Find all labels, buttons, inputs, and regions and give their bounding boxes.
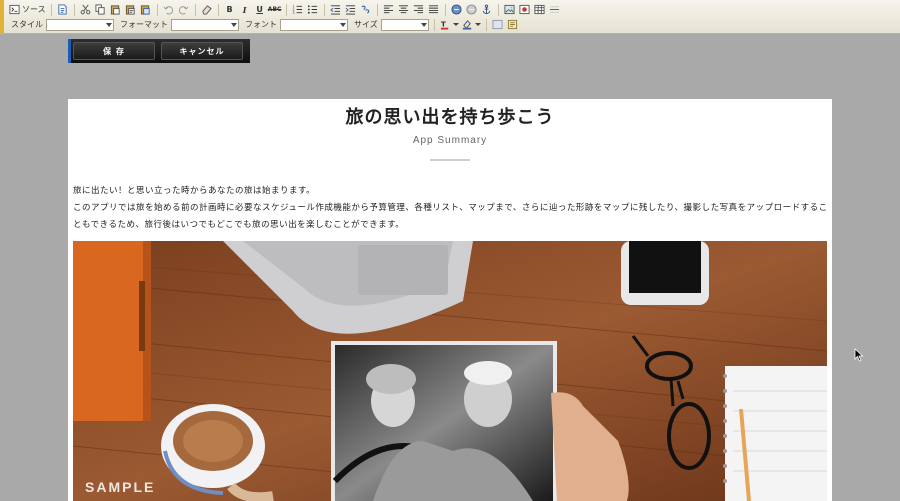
paste-text-icon[interactable] (125, 4, 137, 16)
save-button[interactable]: 保 存 (73, 42, 155, 60)
paste-word-icon[interactable] (140, 4, 152, 16)
toolbar-separator (217, 3, 219, 16)
svg-text:T: T (441, 19, 446, 28)
size-label: サイズ (354, 20, 378, 29)
editor-toolbar: ソース B I U ABC 123 スタイル フォーマット フォント サイズ T (0, 0, 900, 34)
toolbar-separator (73, 3, 75, 16)
indent-icon[interactable] (345, 4, 357, 16)
chevron-down-icon (420, 22, 427, 27)
background-color-button[interactable] (462, 19, 481, 31)
cancel-button[interactable]: キャンセル (161, 42, 243, 60)
strikethrough-icon[interactable]: ABC (268, 4, 282, 16)
bulleted-list-icon[interactable] (307, 4, 319, 16)
italic-icon[interactable]: I (239, 4, 251, 16)
toolbar-separator (433, 18, 435, 31)
toolbar-separator (285, 3, 287, 16)
maximize-icon[interactable] (492, 19, 504, 31)
summary-paragraph-1: 旅に出たい！と思い立った時からあなたの旅は始まります。 (73, 186, 316, 196)
summary-text: 旅に出たい！と思い立った時からあなたの旅は始まります。 このアプリでは旅を始める… (73, 183, 828, 234)
svg-text:3: 3 (293, 11, 295, 15)
toolbar-edge (0, 0, 4, 34)
outdent-icon[interactable] (330, 4, 342, 16)
title-divider (430, 159, 470, 161)
image-icon[interactable] (504, 4, 516, 16)
style-select[interactable] (46, 18, 114, 31)
toolbar-row-2: スタイル フォーマット フォント サイズ T (8, 17, 519, 32)
background-color-icon (462, 19, 474, 31)
source-button[interactable]: ソース (8, 4, 46, 16)
paste-icon[interactable] (110, 4, 122, 16)
text-color-button[interactable]: T (440, 19, 459, 31)
chevron-down-icon (340, 22, 346, 27)
flash-icon[interactable] (519, 4, 531, 16)
cut-icon[interactable] (80, 4, 92, 16)
action-bar-accent (68, 39, 71, 63)
horizontal-rule-icon[interactable] (549, 4, 561, 16)
toolbar-separator (50, 3, 52, 16)
anchor-icon[interactable] (481, 4, 493, 16)
action-bar: 保 存 キャンセル (68, 39, 250, 63)
source-label: ソース (22, 5, 46, 14)
bold-icon[interactable]: B (224, 4, 236, 16)
eraser-icon[interactable] (201, 4, 213, 16)
align-center-icon[interactable] (398, 4, 410, 16)
size-select[interactable] (380, 18, 429, 31)
format-label: フォーマット (120, 20, 168, 29)
summary-paragraph-2: このアプリでは旅を始める前の計画時に必要なスケジュール作成機能から予算管理、各種… (73, 203, 828, 230)
undo-icon[interactable] (163, 4, 175, 16)
toolbar-separator (194, 3, 196, 16)
format-select[interactable] (171, 18, 239, 31)
toolbar-separator (323, 3, 325, 16)
toolbar-separator (497, 3, 499, 16)
editable-content-area[interactable]: 旅の思い出を持ち歩こう App Summary 旅に出たい！と思い立った時からあ… (68, 99, 832, 501)
chevron-down-icon (231, 22, 237, 27)
table-icon[interactable] (534, 4, 546, 16)
underline-icon[interactable]: U (254, 4, 266, 16)
font-select[interactable] (280, 18, 348, 31)
travel-photo-illustration (73, 241, 827, 501)
unlink-icon[interactable] (466, 4, 478, 16)
align-left-icon[interactable] (383, 4, 395, 16)
hero-image: SAMPLE (73, 241, 827, 501)
toolbar-row-1: ソース B I U ABC 123 (8, 2, 561, 17)
toolbar-separator (376, 3, 378, 16)
chevron-down-icon (106, 22, 112, 27)
align-right-icon[interactable] (413, 4, 425, 16)
chevron-down-icon (474, 23, 481, 26)
chevron-down-icon (452, 23, 459, 26)
text-color-icon: T (440, 19, 452, 31)
page-title: 旅の思い出を持ち歩こう (345, 107, 555, 128)
link-icon[interactable] (451, 4, 463, 16)
redo-icon[interactable] (178, 4, 190, 16)
font-label: フォント (245, 20, 277, 29)
blockquote-icon[interactable] (360, 4, 372, 16)
numbered-list-icon[interactable]: 123 (292, 4, 304, 16)
mouse-cursor-icon (854, 348, 864, 362)
sample-watermark: SAMPLE (85, 479, 156, 495)
toolbar-separator (444, 3, 446, 16)
align-justify-icon[interactable] (428, 4, 440, 16)
new-page-icon[interactable] (57, 4, 69, 16)
source-icon (8, 4, 20, 16)
page-subtitle: App Summary (412, 135, 488, 146)
show-blocks-icon[interactable] (507, 19, 519, 31)
copy-icon[interactable] (95, 4, 107, 16)
style-label: スタイル (11, 20, 43, 29)
toolbar-separator (485, 18, 487, 31)
toolbar-separator (156, 3, 158, 16)
